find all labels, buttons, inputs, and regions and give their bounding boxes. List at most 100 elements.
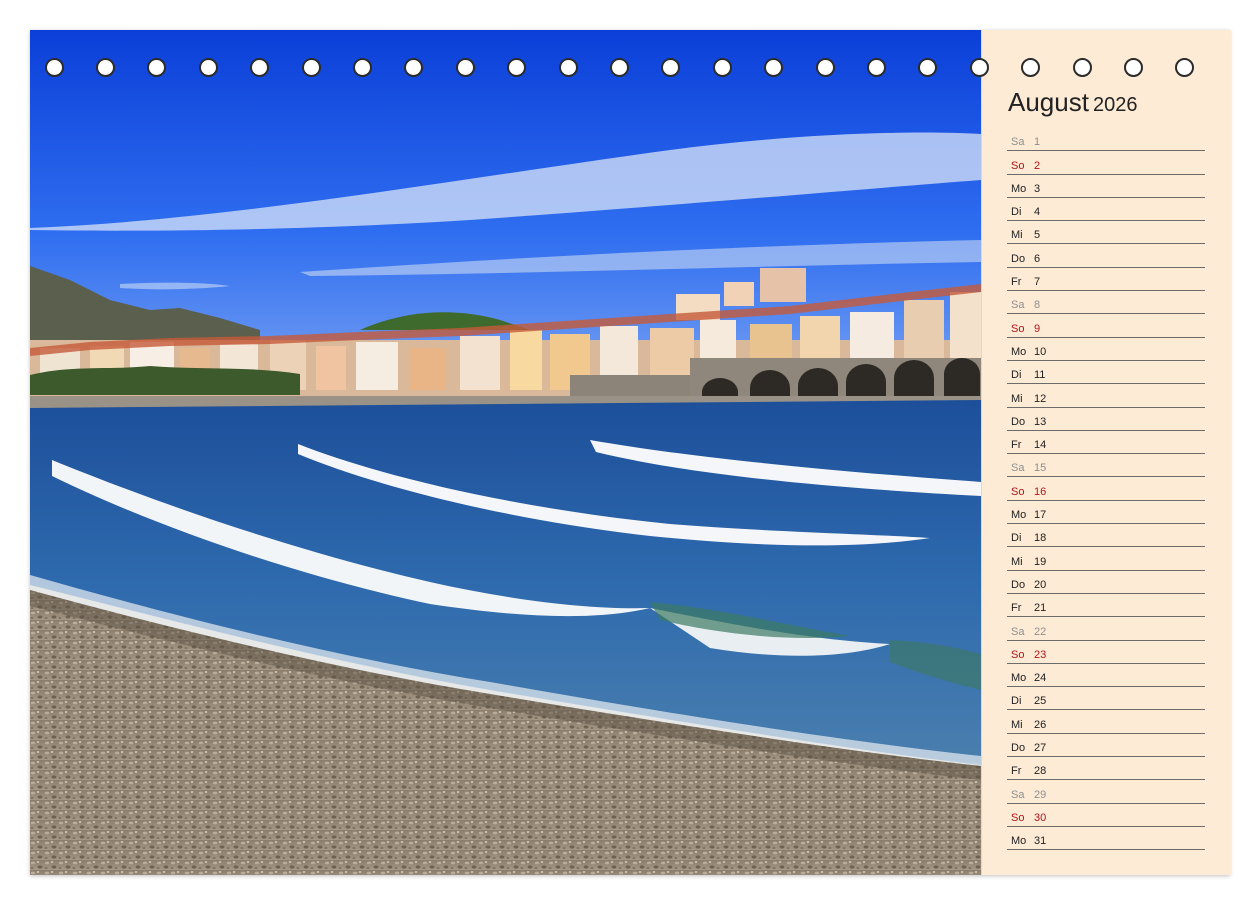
day-row: Mo 3 bbox=[1007, 175, 1205, 198]
day-name: So bbox=[1011, 485, 1025, 498]
day-row: Mo 31 bbox=[1007, 827, 1205, 851]
day-number: 13 bbox=[1034, 415, 1047, 428]
day-list: Sa 1 So 2 Mo 3 Di 4 Mi 5 Do 6 Fr 7 Sa 8 So 9 Mo 10 Di 11 Mi 12 D… bbox=[1007, 128, 1205, 851]
day-number: 27 bbox=[1034, 742, 1047, 755]
day-number: 3 bbox=[1034, 182, 1041, 195]
day-number: 6 bbox=[1034, 252, 1041, 265]
day-name: Di bbox=[1011, 369, 1022, 382]
day-number: 2 bbox=[1034, 159, 1041, 172]
day-number: 26 bbox=[1034, 718, 1047, 731]
binding-hole bbox=[250, 57, 270, 77]
day-row: Sa 15 bbox=[1007, 454, 1205, 478]
day-name: So bbox=[1011, 322, 1025, 335]
day-name: So bbox=[1011, 811, 1025, 824]
day-name: Di bbox=[1011, 532, 1022, 545]
day-name: So bbox=[1011, 159, 1025, 172]
day-number: 25 bbox=[1034, 695, 1047, 708]
day-row: Di 11 bbox=[1007, 361, 1205, 385]
binding-hole bbox=[352, 57, 372, 77]
day-row: Mi 12 bbox=[1007, 384, 1205, 408]
binding-hole bbox=[198, 57, 218, 77]
day-name: Do bbox=[1011, 415, 1026, 428]
binding-hole bbox=[1123, 57, 1143, 77]
day-row: Fr 14 bbox=[1007, 431, 1205, 455]
month-name: August bbox=[1008, 87, 1089, 117]
binding-hole bbox=[95, 57, 115, 77]
binding-hole bbox=[1072, 57, 1092, 77]
binding-hole bbox=[712, 57, 732, 77]
day-name: Fr bbox=[1011, 602, 1022, 615]
day-row: Fr 7 bbox=[1007, 268, 1205, 292]
day-number: 14 bbox=[1034, 439, 1047, 452]
binding-hole bbox=[866, 57, 886, 77]
day-number: 8 bbox=[1034, 299, 1041, 312]
binding-hole bbox=[558, 57, 578, 77]
day-number: 22 bbox=[1034, 625, 1047, 638]
month-title: August 2026 bbox=[1008, 87, 1137, 118]
binding-hole bbox=[44, 57, 64, 77]
photo-illustration bbox=[30, 30, 981, 875]
day-name: Di bbox=[1011, 695, 1022, 708]
day-row: So 9 bbox=[1007, 314, 1205, 338]
binding-hole bbox=[1175, 57, 1195, 77]
day-number: 9 bbox=[1034, 322, 1041, 335]
day-row: So 30 bbox=[1007, 804, 1205, 827]
day-name: Mo bbox=[1011, 182, 1027, 195]
day-name: Sa bbox=[1011, 462, 1025, 475]
day-row: Sa 29 bbox=[1007, 780, 1205, 804]
day-name: Do bbox=[1011, 578, 1026, 591]
day-row: Do 27 bbox=[1007, 734, 1205, 758]
day-number: 23 bbox=[1034, 648, 1047, 661]
day-row: Mo 17 bbox=[1007, 501, 1205, 525]
binding-hole bbox=[969, 57, 989, 77]
day-name: Fr bbox=[1011, 439, 1022, 452]
day-number: 1 bbox=[1034, 136, 1041, 149]
day-number: 31 bbox=[1034, 835, 1047, 848]
day-name: Mo bbox=[1011, 509, 1027, 522]
binding-hole bbox=[1021, 57, 1041, 77]
binding-hole bbox=[404, 57, 424, 77]
day-row: Sa 1 bbox=[1007, 128, 1205, 152]
day-name: Fr bbox=[1011, 276, 1022, 289]
month-year: 2026 bbox=[1092, 94, 1138, 116]
day-name: Fr bbox=[1011, 765, 1022, 778]
day-number: 10 bbox=[1034, 345, 1047, 358]
day-row: So 16 bbox=[1007, 477, 1205, 501]
calendar-panel: August 2026 Sa 1 So 2 Mo 3 Di 4 Mi 5 Do 6 Fr 7 Sa 8 So 9 Mo… bbox=[981, 30, 1231, 875]
day-row: Mi 26 bbox=[1007, 710, 1205, 734]
day-number: 20 bbox=[1034, 578, 1047, 591]
day-row: Mo 24 bbox=[1007, 664, 1205, 688]
day-row: Fr 21 bbox=[1007, 594, 1205, 618]
binding-hole bbox=[815, 57, 835, 77]
day-number: 18 bbox=[1034, 532, 1047, 545]
day-row: Mi 5 bbox=[1007, 221, 1205, 245]
day-row: Mi 19 bbox=[1007, 547, 1205, 571]
day-number: 17 bbox=[1034, 509, 1047, 522]
binding-hole bbox=[507, 57, 527, 77]
day-number: 28 bbox=[1034, 765, 1047, 778]
day-name: Sa bbox=[1011, 625, 1025, 638]
day-row: Sa 8 bbox=[1007, 291, 1205, 315]
day-row: So 2 bbox=[1007, 151, 1205, 175]
binding-hole bbox=[301, 57, 321, 77]
day-number: 24 bbox=[1034, 672, 1047, 685]
day-name: Mi bbox=[1011, 555, 1023, 568]
day-row: Do 20 bbox=[1007, 571, 1205, 594]
day-number: 11 bbox=[1034, 369, 1046, 382]
binding-hole bbox=[609, 57, 629, 77]
day-name: Mo bbox=[1011, 835, 1027, 848]
day-number: 5 bbox=[1034, 229, 1041, 242]
binding-hole bbox=[455, 57, 475, 77]
day-number: 4 bbox=[1034, 206, 1041, 219]
day-name: Sa bbox=[1011, 299, 1025, 312]
binding-hole bbox=[147, 57, 167, 77]
day-row: Fr 28 bbox=[1007, 757, 1205, 781]
day-name: Mo bbox=[1011, 672, 1027, 685]
day-row: Do 6 bbox=[1007, 244, 1205, 268]
day-name: Mo bbox=[1011, 345, 1027, 358]
day-name: So bbox=[1011, 648, 1025, 661]
day-name: Do bbox=[1011, 742, 1026, 755]
day-row: Di 4 bbox=[1007, 198, 1205, 222]
day-number: 16 bbox=[1034, 485, 1047, 498]
day-name: Do bbox=[1011, 252, 1026, 265]
